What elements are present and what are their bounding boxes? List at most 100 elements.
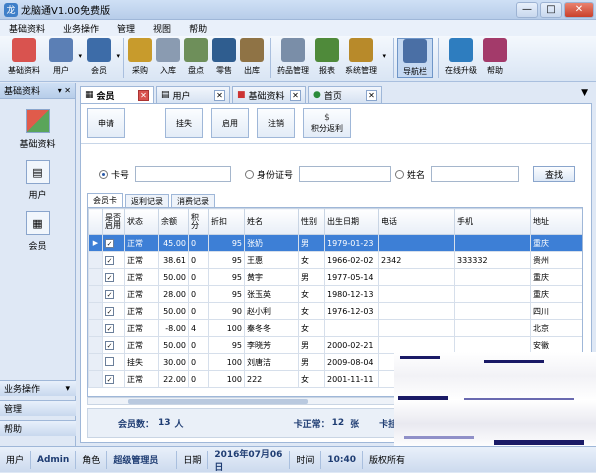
enabled-cell[interactable]: ✓ <box>102 302 125 320</box>
discount-cell[interactable]: 100 <box>208 353 245 371</box>
table-row[interactable]: ✓ 正常 -8.00 4 100 秦冬冬女 北京 <box>88 319 582 337</box>
row-indicator[interactable] <box>88 302 103 320</box>
toolbar-report-button[interactable]: 报表 <box>314 38 340 76</box>
address-cell[interactable]: 贵州 <box>530 251 582 269</box>
tab-member[interactable]: ▦ 会员 ✕ <box>80 86 154 103</box>
table-row[interactable]: ✓ 正常 50.00 0 90 赵小利女 1976-12-03 四川 <box>88 302 582 320</box>
column-header[interactable]: 折扣 <box>208 208 245 235</box>
apply-button[interactable]: 申请 <box>87 108 125 138</box>
cancel-card-button[interactable]: 注销 <box>257 108 295 138</box>
status-cell[interactable]: 正常 <box>124 370 159 388</box>
nav-item-user[interactable]: ▤ 用户 <box>0 160 75 201</box>
status-cell[interactable]: 挂失 <box>124 353 159 371</box>
column-header[interactable]: 姓名 <box>244 208 299 235</box>
birth-cell[interactable]: 1977-05-14 <box>324 268 379 286</box>
balance-cell[interactable]: 50.00 <box>158 336 189 354</box>
close-icon[interactable]: ✕ <box>214 89 225 101</box>
name-cell[interactable]: 张奶 <box>244 234 299 252</box>
toolbar-purchase-button[interactable]: 采购 <box>127 38 153 76</box>
birth-cell[interactable]: 1980-12-13 <box>324 285 379 303</box>
birth-cell[interactable]: 2009-08-04 <box>324 353 379 371</box>
toolbar-help-button[interactable]: 帮助 <box>482 38 508 76</box>
status-cell[interactable]: 正常 <box>124 285 159 303</box>
address-cell[interactable]: 四川 <box>530 302 582 320</box>
row-indicator[interactable] <box>88 268 103 286</box>
mobile-cell[interactable] <box>454 268 531 286</box>
toolbar-navbar-button[interactable]: 导航栏 <box>397 38 433 78</box>
gender-cell[interactable]: 男 <box>298 268 325 286</box>
status-cell[interactable]: 正常 <box>124 268 159 286</box>
toolbar-system-button[interactable]: 系统管理 ▾ <box>342 38 386 76</box>
toolbar-retail-button[interactable]: 零售 <box>211 38 237 76</box>
discount-cell[interactable]: 95 <box>208 285 245 303</box>
column-header[interactable]: 手机 <box>454 208 531 235</box>
name-cell[interactable]: 刘唐洁 <box>244 353 299 371</box>
name-cell[interactable]: 黄宇 <box>244 268 299 286</box>
discount-cell[interactable]: 95 <box>208 336 245 354</box>
enabled-checkbox[interactable]: ✓ <box>105 306 114 316</box>
enable-button[interactable]: 启用 <box>211 108 249 138</box>
enabled-checkbox[interactable] <box>105 356 114 366</box>
points-cell[interactable]: 0 <box>188 336 209 354</box>
gender-cell[interactable]: 男 <box>298 336 325 354</box>
toolbar-upgrade-button[interactable]: 在线升级 <box>442 38 480 76</box>
birth-cell[interactable]: 2000-02-21 <box>324 336 379 354</box>
phone-cell[interactable] <box>378 319 455 337</box>
mobile-cell[interactable] <box>454 234 531 252</box>
name-cell[interactable]: 秦冬冬 <box>244 319 299 337</box>
enabled-cell[interactable]: ✓ <box>102 234 125 252</box>
points-cell[interactable]: 4 <box>188 319 209 337</box>
row-indicator[interactable] <box>88 336 103 354</box>
enabled-cell[interactable]: ✓ <box>102 370 125 388</box>
tab-list-dropdown-icon[interactable]: ▼ <box>581 88 588 98</box>
table-row[interactable]: ✓ 正常 38.61 0 95 王惠女 1966-02-02 2342 333332 贵州 <box>88 251 582 269</box>
enabled-checkbox[interactable]: ✓ <box>105 323 114 333</box>
points-cell[interactable]: 0 <box>188 370 209 388</box>
row-indicator[interactable] <box>88 285 103 303</box>
phone-cell[interactable] <box>378 336 455 354</box>
balance-cell[interactable]: -8.00 <box>158 319 189 337</box>
menu-basic-data[interactable]: 基础资料 <box>0 22 54 35</box>
points-cell[interactable]: 0 <box>188 353 209 371</box>
gender-cell[interactable]: 女 <box>298 370 325 388</box>
discount-cell[interactable]: 100 <box>208 370 245 388</box>
enabled-cell[interactable]: ✓ <box>102 336 125 354</box>
gender-cell[interactable]: 女 <box>298 319 325 337</box>
points-cell[interactable]: 0 <box>188 268 209 286</box>
name-cell[interactable]: 赵小利 <box>244 302 299 320</box>
status-cell[interactable]: 正常 <box>124 251 159 269</box>
balance-cell[interactable]: 50.00 <box>158 302 189 320</box>
birth-cell[interactable]: 1976-12-03 <box>324 302 379 320</box>
enabled-cell[interactable]: ✓ <box>102 251 125 269</box>
mobile-cell[interactable] <box>454 319 531 337</box>
points-cell[interactable]: 0 <box>188 251 209 269</box>
name-cell[interactable]: 李晓芳 <box>244 336 299 354</box>
name-cell[interactable]: 张玉英 <box>244 285 299 303</box>
menu-view[interactable]: 视图 <box>144 22 180 35</box>
birth-cell[interactable]: 1979-01-23 <box>324 234 379 252</box>
close-icon[interactable]: ✕ <box>290 89 301 101</box>
table-row[interactable]: ✓ 正常 50.00 0 95 黄宇男 1977-05-14 重庆 <box>88 268 582 286</box>
birth-cell[interactable] <box>324 319 379 337</box>
tab-rebate-records[interactable]: 返利记录 <box>125 194 169 207</box>
row-indicator[interactable] <box>88 353 103 371</box>
discount-cell[interactable]: 90 <box>208 302 245 320</box>
points-cell[interactable]: 0 <box>188 285 209 303</box>
status-cell[interactable]: 正常 <box>124 234 159 252</box>
gender-cell[interactable]: 女 <box>298 285 325 303</box>
enabled-cell[interactable]: ✓ <box>102 285 125 303</box>
table-row[interactable]: ✓ 正常 28.00 0 95 张玉英女 1980-12-13 重庆 <box>88 285 582 303</box>
enabled-checkbox[interactable]: ✓ <box>105 289 114 299</box>
enabled-cell[interactable]: ✓ <box>102 319 125 337</box>
address-cell[interactable]: 重庆 <box>530 268 582 286</box>
close-button[interactable]: ✕ <box>564 1 594 18</box>
column-header[interactable]: 积分 <box>188 208 209 235</box>
birth-cell[interactable]: 1966-02-02 <box>324 251 379 269</box>
points-cell[interactable]: 0 <box>188 302 209 320</box>
mobile-cell[interactable] <box>454 336 531 354</box>
status-cell[interactable]: 正常 <box>124 302 159 320</box>
tab-member-card[interactable]: 会员卡 <box>87 193 123 207</box>
toolbar-stock-out-button[interactable]: 出库 <box>239 38 265 76</box>
enabled-checkbox[interactable]: ✓ <box>105 255 114 265</box>
report-loss-button[interactable]: 挂失 <box>165 108 203 138</box>
